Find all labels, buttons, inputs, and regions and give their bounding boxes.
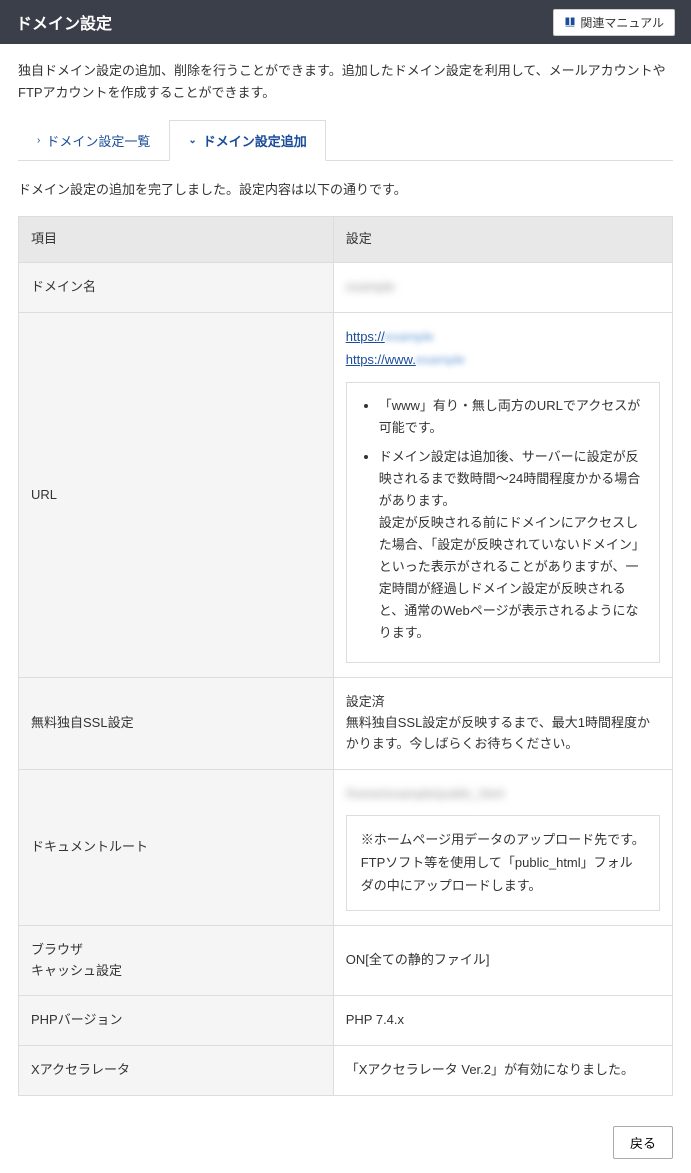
table-row: ブラウザ キャッシュ設定 ON[全ての静的ファイル]	[19, 925, 673, 996]
row-value-cache: ON[全ての静的ファイル]	[333, 925, 672, 996]
docroot-info-box: ※ホームページ用データのアップロード先です。 FTPソフト等を使用して「publ…	[346, 815, 660, 911]
table-row: PHPバージョン PHP 7.4.x	[19, 996, 673, 1046]
row-label-cache: ブラウザ キャッシュ設定	[19, 925, 334, 996]
table-row: ドメイン名 example	[19, 262, 673, 312]
url-info-box: 「www」有り・無し両方のURLでアクセスが可能です。 ドメイン設定は追加後、サ…	[346, 382, 660, 663]
book-icon	[564, 16, 576, 28]
row-label-docroot: ドキュメントルート	[19, 769, 334, 925]
status-message: ドメイン設定の追加を完了しました。設定内容は以下の通りです。	[18, 179, 673, 198]
settings-table: 項目 設定 ドメイン名 example URL https://example …	[18, 216, 673, 1096]
row-value-xaccel: 「Xアクセラレータ Ver.2」が有効になりました。	[333, 1046, 672, 1096]
table-row: ドキュメントルート /home/example/public_html ※ホーム…	[19, 769, 673, 925]
tab-list-label: ドメイン設定一覧	[46, 131, 150, 150]
url-link-1[interactable]: https://example	[346, 327, 660, 348]
table-row: URL https://example https://www.example …	[19, 312, 673, 678]
back-button[interactable]: 戻る	[613, 1126, 673, 1159]
manual-button[interactable]: 関連マニュアル	[553, 9, 675, 36]
chevron-down-icon: ⌄	[188, 135, 196, 146]
url-link-2[interactable]: https://www.example	[346, 350, 660, 371]
row-label-ssl: 無料独自SSL設定	[19, 678, 334, 769]
row-label-url: URL	[19, 312, 334, 678]
manual-label: 関連マニュアル	[580, 14, 664, 31]
tab-add-label: ドメイン設定追加	[203, 131, 307, 150]
row-label-domain: ドメイン名	[19, 262, 334, 312]
row-value-php: PHP 7.4.x	[333, 996, 672, 1046]
th-setting: 設定	[333, 217, 672, 263]
url-bullet-2: ドメイン設定は追加後、サーバーに設定が反映されるまで数時間～24時間程度かかる場…	[379, 446, 645, 645]
row-value-docroot: /home/example/public_html ※ホームページ用データのアッ…	[333, 769, 672, 925]
tab-domain-add[interactable]: ⌄ ドメイン設定追加	[169, 120, 325, 161]
description: 独自ドメイン設定の追加、削除を行うことができます。追加したドメイン設定を利用して…	[18, 60, 673, 104]
page-title: ドメイン設定	[16, 10, 112, 34]
th-item: 項目	[19, 217, 334, 263]
tabs: › ドメイン設定一覧 ⌄ ドメイン設定追加	[18, 120, 673, 161]
url-bullet-1: 「www」有り・無し両方のURLでアクセスが可能です。	[379, 395, 645, 439]
row-value-domain: example	[333, 262, 672, 312]
chevron-right-icon: ›	[37, 135, 40, 146]
row-value-ssl: 設定済 無料独自SSL設定が反映するまで、最大1時間程度かかります。今しばらくお…	[333, 678, 672, 769]
table-row: 無料独自SSL設定 設定済 無料独自SSL設定が反映するまで、最大1時間程度かか…	[19, 678, 673, 769]
row-label-xaccel: Xアクセラレータ	[19, 1046, 334, 1096]
tab-domain-list[interactable]: › ドメイン設定一覧	[18, 120, 169, 160]
table-row: Xアクセラレータ 「Xアクセラレータ Ver.2」が有効になりました。	[19, 1046, 673, 1096]
row-label-php: PHPバージョン	[19, 996, 334, 1046]
row-value-url: https://example https://www.example 「www…	[333, 312, 672, 678]
